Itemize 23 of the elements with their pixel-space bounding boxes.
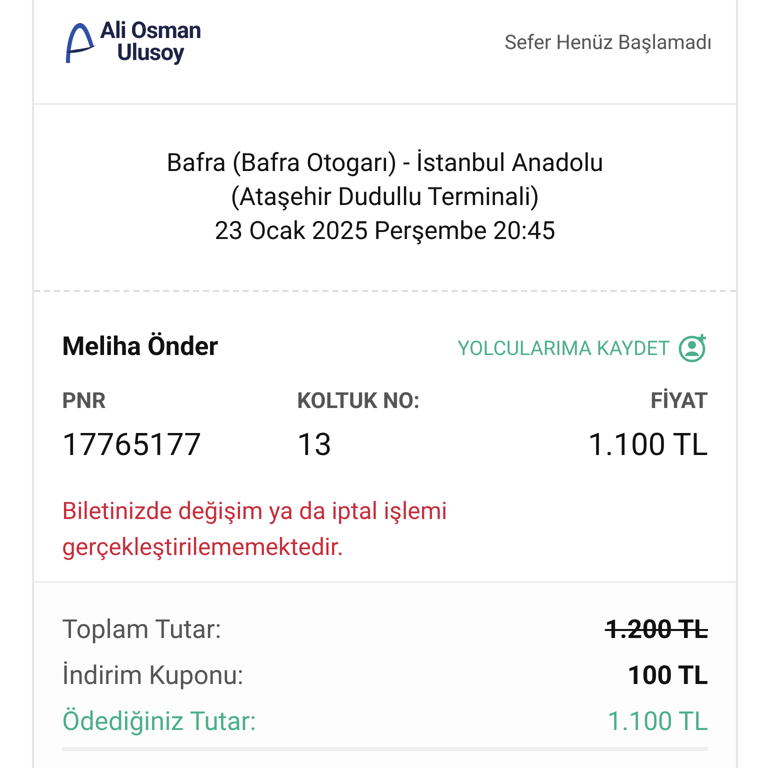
- field-value: 17765177: [62, 425, 202, 465]
- total-value: 100 TL: [627, 660, 708, 692]
- logo-text: Ulusoy: [117, 42, 184, 64]
- total-label: Toplam Tutar:: [62, 614, 222, 646]
- total-value: 1.100 TL: [607, 706, 708, 738]
- route-text: 23 Ocak 2025 Perşembe 20:45: [214, 216, 556, 248]
- add-user-icon: [678, 332, 708, 362]
- route-text: Bafra (Bafra Otogarı) - İstanbul Anadolu: [166, 148, 604, 180]
- field-label: PNR: [62, 388, 107, 416]
- route-text: (Ataşehir Dudullu Terminali): [230, 182, 540, 214]
- field-label: FİYAT: [649, 387, 708, 416]
- save-passenger-link[interactable]: YOLCULARIMA KAYDET: [458, 332, 708, 362]
- logo-text: Ali Osman: [100, 20, 201, 42]
- field-value: 13: [297, 425, 333, 465]
- field-label: KOLTUK NO:: [297, 388, 421, 416]
- total-label: İndirim Kuponu:: [62, 660, 244, 692]
- logo-arch-icon: [64, 20, 96, 62]
- warning-message: Biletinizde değişim ya da iptal işlemi gerçekleştirilememektedir.: [62, 496, 448, 562]
- total-value: 1.200 TL: [604, 614, 708, 646]
- field-value: 1.100 TL: [586, 425, 708, 465]
- total-label: Ödediğiniz Tutar:: [62, 706, 256, 738]
- trip-status: Sefer Henüz Başlamadı: [504, 28, 712, 56]
- passenger-name: Meliha Önder: [62, 331, 218, 364]
